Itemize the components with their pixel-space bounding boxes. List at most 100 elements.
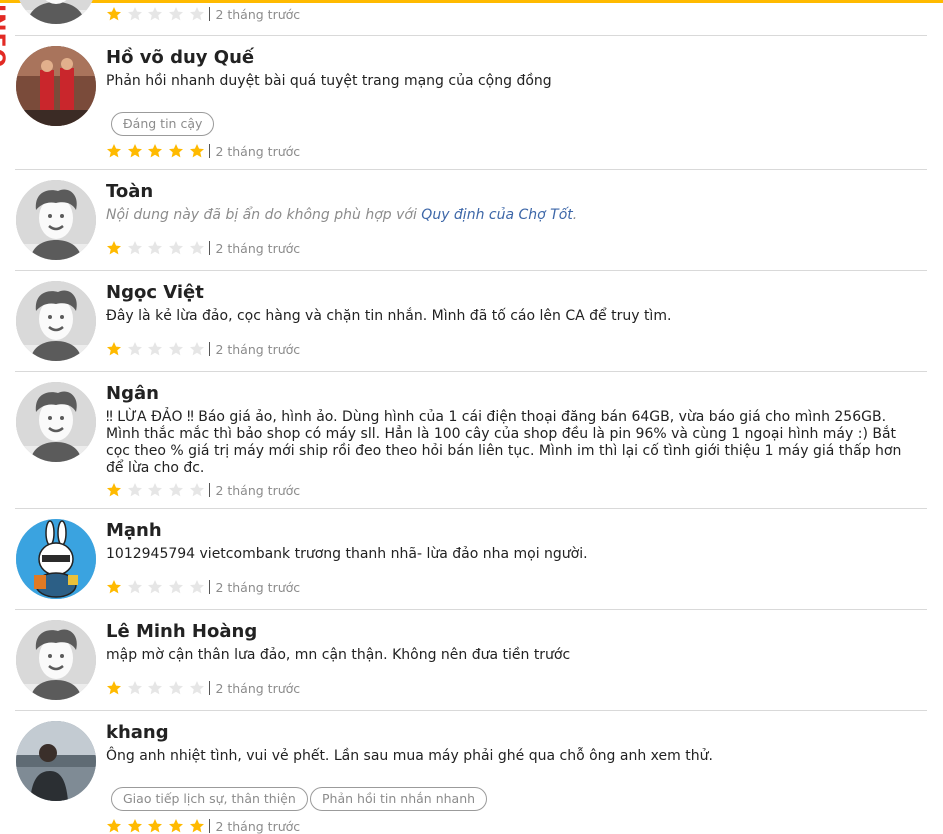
divider	[15, 609, 927, 610]
reviewer-name[interactable]: khang	[106, 722, 169, 743]
star-icon	[106, 143, 122, 159]
review-avatar[interactable]	[16, 281, 96, 361]
star-icon	[106, 579, 122, 595]
star-icon	[127, 818, 143, 834]
star-icon	[189, 341, 205, 357]
reviewer-name[interactable]: Hồ võ duy Quế	[106, 47, 254, 68]
divider	[15, 710, 927, 711]
user-photo-avatar-icon	[16, 721, 96, 801]
star-icon	[189, 143, 205, 159]
default-user-avatar-icon	[16, 180, 96, 260]
review-time: 2 tháng trước	[215, 818, 301, 834]
star-icon	[106, 6, 122, 22]
star-icon	[189, 240, 205, 256]
star-rating: 2 tháng trước	[106, 143, 300, 159]
divider	[15, 35, 927, 36]
top-accent-bar	[0, 0, 943, 3]
star-icon	[168, 579, 184, 595]
rating-separator	[209, 580, 211, 594]
star-rating: 2 tháng trước	[106, 818, 300, 834]
star-icon	[189, 579, 205, 595]
star-icon	[147, 680, 163, 696]
star-icon	[106, 240, 122, 256]
star-icon	[189, 6, 205, 22]
star-icon	[127, 482, 143, 498]
review-time: 2 tháng trước	[215, 240, 301, 256]
star-icon	[189, 482, 205, 498]
rating-separator	[209, 144, 211, 158]
star-icon	[147, 818, 163, 834]
reviewer-name[interactable]: Ngọc Việt	[106, 282, 204, 303]
star-icon	[168, 818, 184, 834]
review-avatar[interactable]	[16, 519, 96, 599]
star-icon	[147, 341, 163, 357]
star-rating: 2 tháng trước	[106, 341, 300, 357]
review-comment: Phản hồi nhanh duyệt bài quá tuyệt trang…	[106, 73, 552, 89]
rating-separator	[209, 7, 211, 21]
star-icon	[168, 240, 184, 256]
rating-separator	[209, 342, 211, 356]
user-photo-avatar-icon	[16, 46, 96, 126]
review-avatar[interactable]	[16, 620, 96, 700]
review-tag: Phản hồi tin nhắn nhanh	[310, 787, 488, 811]
policy-link[interactable]: Quy định của Chợ Tốt	[421, 207, 572, 223]
hidden-notice-suffix: .	[572, 207, 578, 223]
default-user-avatar-icon	[16, 281, 96, 361]
review-comment: 1012945794 vietcombank trương thanh nhã-…	[106, 546, 588, 562]
info-watermark: INFO	[0, 4, 8, 69]
star-rating: 2 tháng trước	[106, 482, 300, 498]
star-icon	[189, 818, 205, 834]
review-avatar[interactable]	[16, 180, 96, 260]
divider	[15, 508, 927, 509]
review-time: 2 tháng trước	[215, 341, 301, 357]
star-icon	[127, 143, 143, 159]
star-rating: 2 tháng trước	[106, 579, 300, 595]
star-icon	[127, 341, 143, 357]
star-icon	[106, 341, 122, 357]
star-icon	[106, 680, 122, 696]
star-icon	[127, 240, 143, 256]
star-icon	[168, 341, 184, 357]
default-user-avatar-icon	[16, 620, 96, 700]
star-icon	[189, 680, 205, 696]
review-tag: Đáng tin cậy	[111, 112, 215, 136]
star-icon	[127, 579, 143, 595]
rating-separator	[209, 681, 211, 695]
reviewer-name[interactable]: Lê Minh Hoàng	[106, 621, 257, 642]
star-icon	[168, 6, 184, 22]
reviewer-name[interactable]: Mạnh	[106, 520, 162, 541]
review-time: 2 tháng trước	[215, 680, 301, 696]
review-avatar[interactable]	[16, 382, 96, 462]
star-icon	[168, 143, 184, 159]
star-icon	[147, 579, 163, 595]
star-icon	[168, 482, 184, 498]
cartoon-rabbit-avatar-icon	[16, 519, 96, 599]
review-tag: Giao tiếp lịch sự, thân thiện	[111, 787, 308, 811]
star-icon	[106, 482, 122, 498]
divider	[15, 270, 927, 271]
review-time: 2 tháng trước	[215, 6, 301, 22]
star-rating: 2 tháng trước	[106, 240, 300, 256]
default-user-avatar-icon	[16, 0, 96, 24]
review-avatar[interactable]	[16, 721, 96, 801]
star-icon	[147, 143, 163, 159]
review-avatar[interactable]	[16, 0, 96, 24]
reviewer-name[interactable]: Toàn	[106, 181, 153, 202]
review-comment: ‼ LỪA ĐẢO ‼ Báo giá ảo, hình ảo. Dùng hì…	[106, 409, 902, 476]
star-icon	[168, 680, 184, 696]
star-icon	[147, 6, 163, 22]
star-icon	[147, 482, 163, 498]
review-comment: Ông anh nhiệt tình, vui vẻ phết. Lần sau…	[106, 748, 713, 764]
rating-separator	[209, 241, 211, 255]
review-comment: Đây là kẻ lừa đảo, cọc hàng và chặn tin …	[106, 308, 672, 324]
star-icon	[127, 680, 143, 696]
divider	[15, 371, 927, 372]
review-avatar[interactable]	[16, 46, 96, 126]
star-rating: 2 tháng trước	[106, 680, 300, 696]
star-icon	[147, 240, 163, 256]
review-comment: mập mờ cận thân lưa đảo, mn cận thận. Kh…	[106, 647, 571, 663]
review-time: 2 tháng trước	[215, 579, 301, 595]
star-icon	[106, 818, 122, 834]
review-time: 2 tháng trước	[215, 482, 301, 498]
reviewer-name[interactable]: Ngân	[106, 383, 159, 404]
